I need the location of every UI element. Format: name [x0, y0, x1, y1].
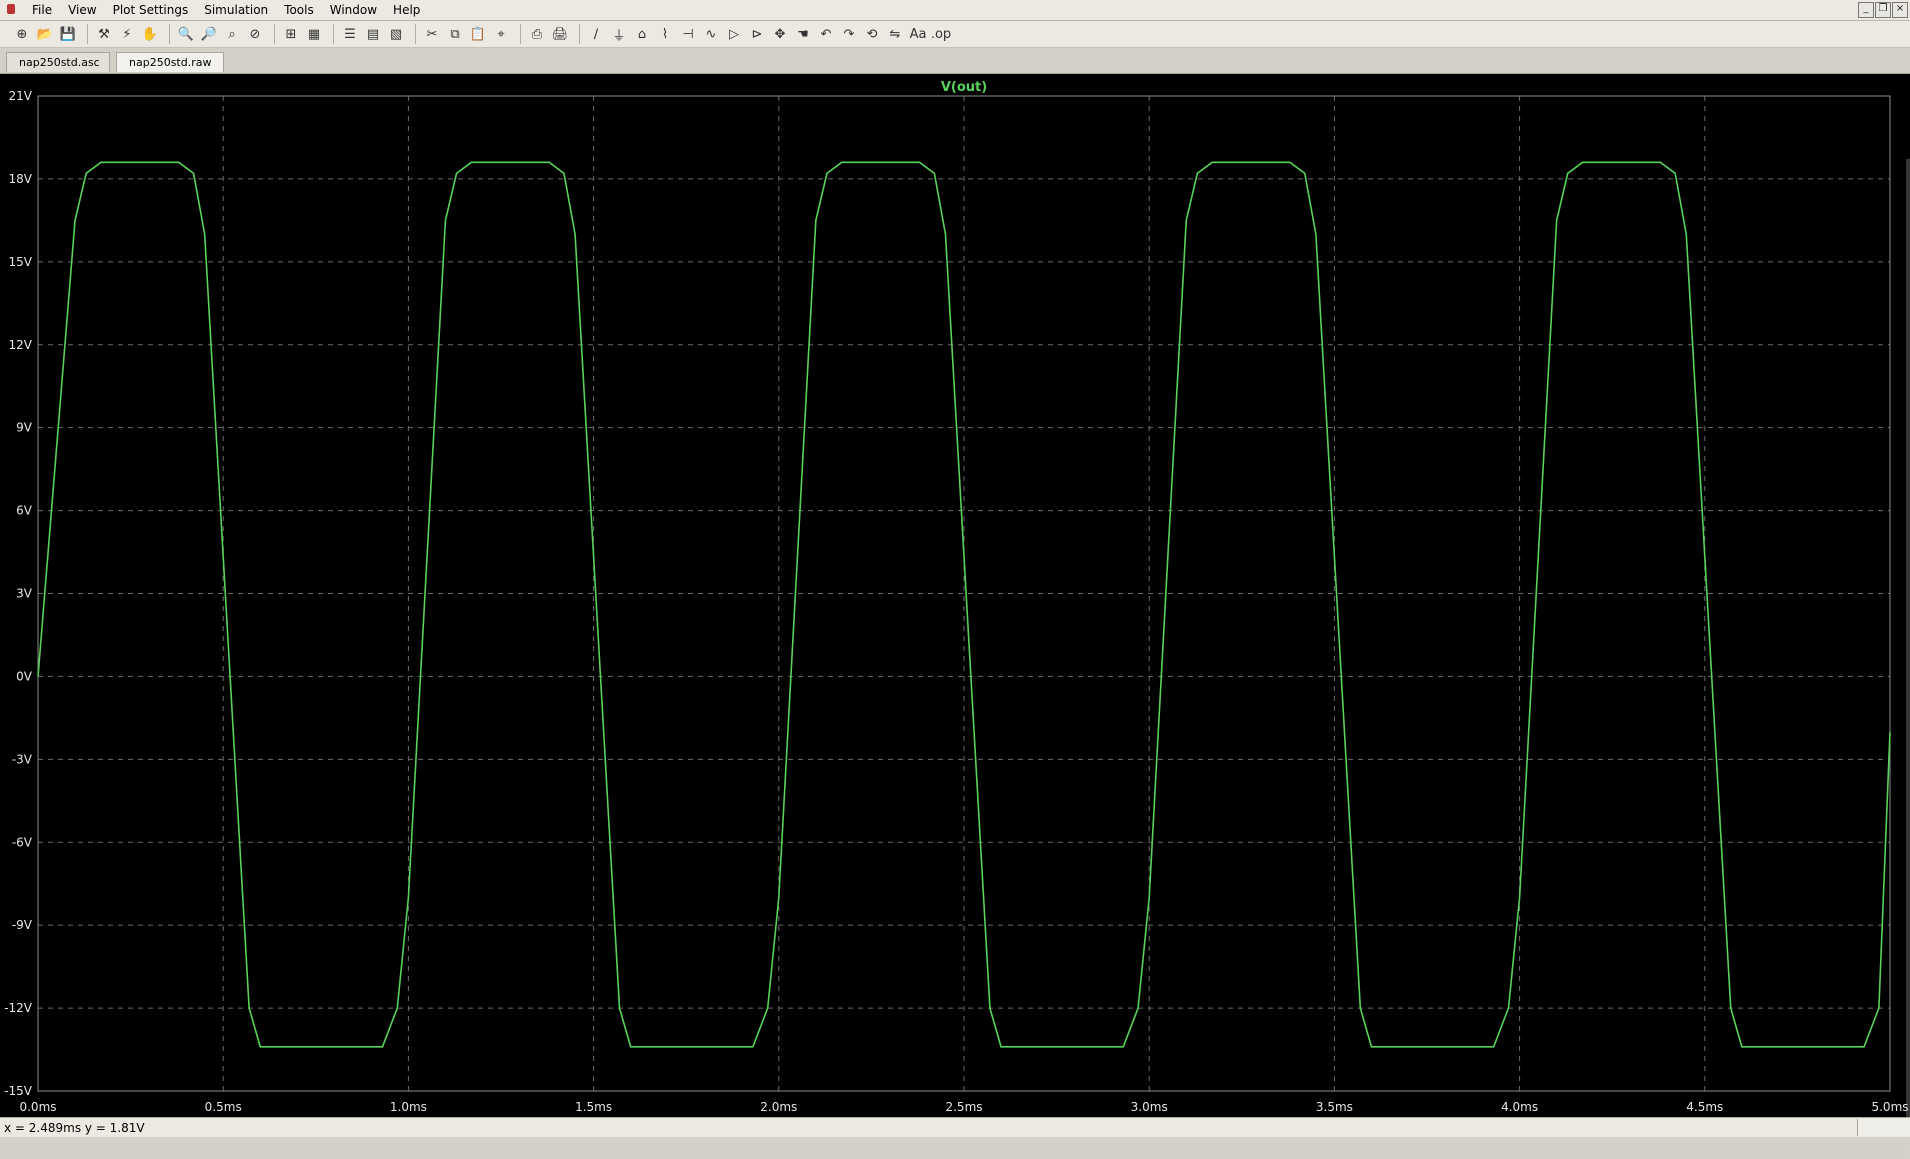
redo-icon[interactable]: ↷	[839, 24, 859, 44]
x-tick-label: 4.5ms	[1686, 1100, 1723, 1114]
paste-icon[interactable]: 📋	[468, 24, 488, 44]
y-tick-label: -6V	[12, 835, 33, 849]
print-icon[interactable]: 🖨	[550, 24, 570, 44]
grid-icon[interactable]: ▦	[304, 24, 324, 44]
menu-window[interactable]: Window	[322, 0, 385, 20]
new-schematic-icon[interactable]: ⊕	[12, 24, 32, 44]
x-tick-label: 2.5ms	[945, 1100, 982, 1114]
y-tick-label: 3V	[16, 587, 33, 601]
minimize-button[interactable]: _	[1858, 2, 1874, 18]
window-controls: _ ❐ ×	[1858, 2, 1908, 18]
x-tick-label: 0.0ms	[19, 1100, 56, 1114]
x-tick-label: 3.0ms	[1131, 1100, 1168, 1114]
cut-icon[interactable]: ✂	[422, 24, 442, 44]
toolbar-separator	[333, 24, 334, 44]
capacitor-icon[interactable]: ⊣	[678, 24, 698, 44]
tab-schematic[interactable]: nap250std.asc	[6, 52, 110, 72]
toolbar-separator	[415, 24, 416, 44]
menu-simulation[interactable]: Simulation	[196, 0, 276, 20]
toolbar-separator	[169, 24, 170, 44]
zoom-in-icon[interactable]: 🔍	[176, 24, 196, 44]
x-tick-label: 5.0ms	[1871, 1100, 1908, 1114]
app-icon	[4, 3, 18, 17]
cursor-readout: x = 2.489ms y = 1.81V	[4, 1121, 145, 1135]
restore-button[interactable]: ❐	[1875, 2, 1891, 18]
menu-tools[interactable]: Tools	[276, 0, 322, 20]
menu-help[interactable]: Help	[385, 0, 428, 20]
toolbar: ⊕ 📂 💾 ⚒ ⚡ ✋ 🔍 🔎 ⌕ ⊘ ⊞ ▦ ☰ ▤ ▧ ✂ ⧉ 📋 ⌖ ⎙ …	[0, 21, 1910, 48]
inductor-icon[interactable]: ∿	[701, 24, 721, 44]
menu-plot-settings[interactable]: Plot Settings	[105, 0, 197, 20]
y-tick-label: -3V	[12, 752, 33, 766]
wire-icon[interactable]: ∕	[586, 24, 606, 44]
x-tick-label: 2.0ms	[760, 1100, 797, 1114]
tab-raw[interactable]: nap250std.raw	[116, 52, 224, 72]
y-tick-label: 15V	[9, 255, 33, 269]
plot-canvas: 21V 18V 15V 12V 9V 6V 3V 0V -3V -6V -9V -12V -15V 0.…	[0, 74, 1910, 1117]
open-icon[interactable]: 📂	[35, 24, 55, 44]
y-tick-label: 18V	[9, 172, 33, 186]
waveform-plot[interactable]: 21V 18V 15V 12V 9V 6V 3V 0V -3V -6V -9V -12V -15V 0.…	[0, 74, 1910, 1159]
y-tick-label: 21V	[9, 89, 33, 103]
rotate-icon[interactable]: ⟲	[862, 24, 882, 44]
ground-icon[interactable]: ⏚	[609, 24, 629, 44]
y-tick-label: -9V	[12, 918, 33, 932]
y-tick-label: 6V	[16, 504, 33, 518]
drag-icon[interactable]: ☚	[793, 24, 813, 44]
x-tick-label: 4.0ms	[1501, 1100, 1538, 1114]
save-icon[interactable]: 💾	[58, 24, 78, 44]
tile-horizontal-icon[interactable]: ☰	[340, 24, 360, 44]
y-tick-label: 0V	[16, 669, 33, 683]
status-bar: x = 2.489ms y = 1.81V	[0, 1117, 1910, 1137]
toolbar-separator	[274, 24, 275, 44]
x-tick-label: 1.5ms	[575, 1100, 612, 1114]
undo-icon[interactable]: ↶	[816, 24, 836, 44]
diode-icon[interactable]: ▷	[724, 24, 744, 44]
spice-directive-icon[interactable]: .op	[931, 24, 951, 44]
menubar: File View Plot Settings Simulation Tools…	[0, 0, 1910, 21]
label-icon[interactable]: ⌂	[632, 24, 652, 44]
zoom-full-icon[interactable]: ⌕	[222, 24, 242, 44]
text-icon[interactable]: Aa	[908, 24, 928, 44]
toolbar-separator	[520, 24, 521, 44]
component-icon[interactable]: ⊳	[747, 24, 767, 44]
control-panel-icon[interactable]: ⚒	[94, 24, 114, 44]
x-tick-label: 0.5ms	[205, 1100, 242, 1114]
y-tick-label: -12V	[4, 1001, 33, 1015]
menu-view[interactable]: View	[60, 0, 104, 20]
print-preview-icon[interactable]: ⎙	[527, 24, 547, 44]
run-icon[interactable]: ⚡	[117, 24, 137, 44]
copy-icon[interactable]: ⧉	[445, 24, 465, 44]
y-tick-label: 9V	[16, 421, 33, 435]
x-tick-label: 3.5ms	[1316, 1100, 1353, 1114]
autorange-icon[interactable]: ⊞	[281, 24, 301, 44]
y-tick-label: -15V	[4, 1084, 33, 1098]
close-button[interactable]: ×	[1892, 2, 1908, 18]
y-tick-label: 12V	[9, 338, 33, 352]
mirror-icon[interactable]: ⇋	[885, 24, 905, 44]
toolbar-separator	[579, 24, 580, 44]
resistor-icon[interactable]: ⌇	[655, 24, 675, 44]
cascade-icon[interactable]: ▧	[386, 24, 406, 44]
status-right-pane	[1857, 1119, 1910, 1136]
zoom-out-icon[interactable]: 🔎	[199, 24, 219, 44]
toolbar-separator	[87, 24, 88, 44]
zoom-cancel-icon[interactable]: ⊘	[245, 24, 265, 44]
tile-vertical-icon[interactable]: ▤	[363, 24, 383, 44]
trace-label[interactable]: V(out)	[941, 80, 987, 95]
tab-bar: nap250std.asc nap250std.raw	[0, 49, 1910, 74]
x-tick-label: 1.0ms	[390, 1100, 427, 1114]
find-icon[interactable]: ⌖	[491, 24, 511, 44]
move-icon[interactable]: ✥	[770, 24, 790, 44]
halt-icon[interactable]: ✋	[140, 24, 160, 44]
menu-file[interactable]: File	[24, 0, 60, 20]
right-scroll-edge	[1906, 159, 1910, 1159]
